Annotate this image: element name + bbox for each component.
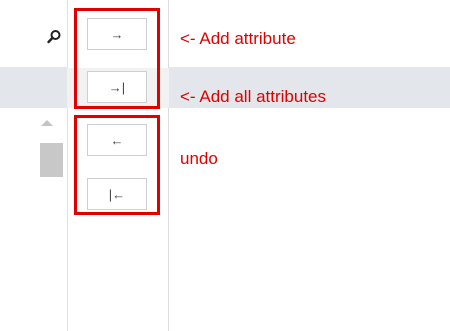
- scroll-up-arrow-icon[interactable]: [41, 120, 53, 126]
- add-all-attributes-annotation: <- Add all attributes: [180, 87, 327, 106]
- undo-buttons-highlight-box: [74, 115, 160, 215]
- search-icon[interactable]: [46, 29, 62, 45]
- attribute-list-row-highlighted[interactable]: [0, 68, 67, 108]
- undo-annotation: undo: [180, 149, 218, 168]
- add-attribute-annotation: <- Add attribute: [180, 29, 296, 48]
- scrollbar-thumb[interactable]: [40, 143, 63, 177]
- add-buttons-highlight-box: [74, 8, 160, 109]
